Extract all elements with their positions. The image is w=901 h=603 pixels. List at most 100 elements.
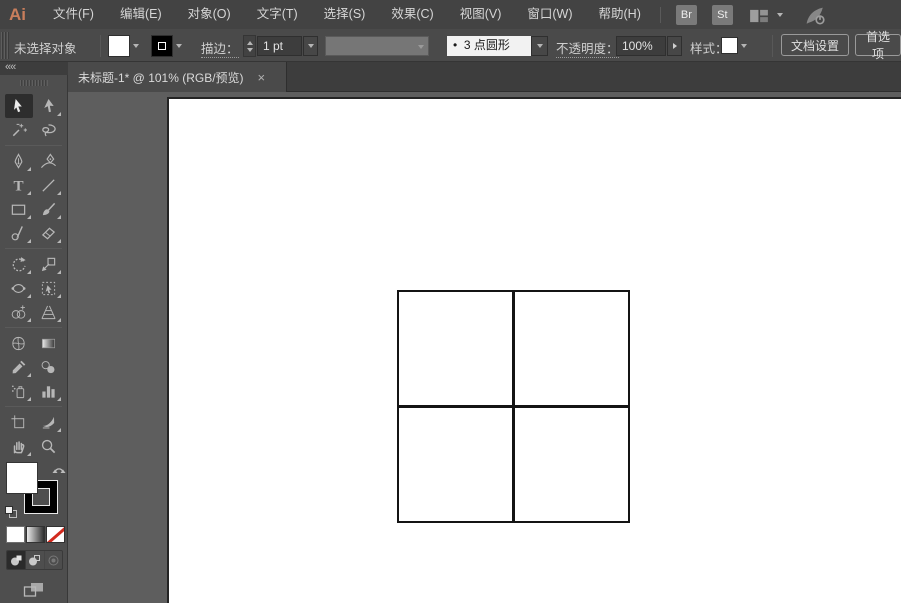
- blend-tool[interactable]: [35, 355, 63, 379]
- document-setup-button[interactable]: 文档设置: [781, 34, 850, 56]
- magic-wand-tool[interactable]: [5, 118, 33, 142]
- flyout-indicator: [26, 373, 31, 377]
- selection-tool[interactable]: [4, 94, 33, 118]
- paintbrush-tool[interactable]: [35, 197, 63, 221]
- svg-text:T: T: [13, 178, 23, 193]
- pen-tool[interactable]: [5, 149, 33, 173]
- tools-panel-collapse-button[interactable]: ««: [0, 62, 68, 75]
- flyout-indicator: [56, 239, 61, 243]
- fill-stroke-control: [0, 461, 67, 521]
- shaper-tool[interactable]: [5, 221, 33, 245]
- artboard-tool[interactable]: [5, 410, 33, 434]
- menu-type[interactable]: 文字(T): [244, 0, 311, 29]
- preferences-button[interactable]: 首选项: [855, 30, 901, 61]
- opacity-expand-button[interactable]: [667, 36, 682, 56]
- brush-dropdown[interactable]: [531, 36, 548, 56]
- artboard[interactable]: [167, 97, 901, 603]
- stroke-color-swatch[interactable]: [152, 36, 172, 56]
- fill-chevron-icon[interactable]: [133, 44, 139, 48]
- tools-panel-drag-handle[interactable]: [19, 80, 48, 86]
- default-fill-stroke-icon[interactable]: [4, 505, 18, 519]
- style-chevron-icon[interactable]: [741, 44, 747, 48]
- stock-button[interactable]: St: [711, 4, 733, 25]
- gpu-performance-icon[interactable]: [805, 6, 825, 25]
- stroke-weight-stepper[interactable]: [243, 35, 256, 57]
- menu-help[interactable]: 帮助(H): [586, 0, 654, 29]
- fill-indicator[interactable]: [7, 463, 37, 493]
- menu-edit[interactable]: 编辑(E): [107, 0, 175, 29]
- opacity-field[interactable]: 100%: [616, 36, 666, 56]
- tab-close-icon[interactable]: ×: [258, 71, 266, 84]
- controlbar-grip[interactable]: [1, 32, 9, 59]
- lasso-tool[interactable]: [35, 118, 63, 142]
- rotate-tool[interactable]: [5, 252, 33, 276]
- width-tool[interactable]: [5, 276, 33, 300]
- shape-builder-tool[interactable]: [5, 300, 33, 324]
- stroke-weight-field[interactable]: 1 pt: [257, 36, 302, 56]
- line-segment-tool[interactable]: [35, 173, 63, 197]
- rectangle-icon: [11, 204, 26, 215]
- workspace-switcher-icon[interactable]: [749, 6, 769, 24]
- divider: [100, 35, 101, 57]
- menu-effect[interactable]: 效果(C): [378, 0, 446, 29]
- fill-color-swatch[interactable]: [109, 36, 129, 56]
- menu-object[interactable]: 对象(O): [175, 0, 244, 29]
- width-icon: [11, 283, 26, 293]
- gradient-button[interactable]: [27, 527, 44, 542]
- drawing-mode-buttons: [6, 550, 63, 570]
- menu-view[interactable]: 视图(V): [447, 0, 515, 29]
- slice-tool[interactable]: [35, 410, 63, 434]
- type-tool[interactable]: T: [5, 173, 33, 197]
- brush-definition-field[interactable]: • 3 点圆形: [447, 36, 531, 56]
- bridge-button[interactable]: Br: [675, 4, 697, 25]
- tool-group-1: T: [0, 149, 67, 245]
- menu-items: 文件(F) 编辑(E) 对象(O) 文字(T) 选择(S) 效果(C) 视图(V) 窗口(W)…: [40, 0, 654, 29]
- hand-tool[interactable]: [5, 434, 33, 458]
- curvature-tool[interactable]: [35, 149, 63, 173]
- column-graph-icon: [42, 385, 55, 398]
- screen-mode-button[interactable]: [22, 580, 46, 600]
- menu-file[interactable]: 文件(F): [40, 0, 107, 29]
- perspective-grid-tool[interactable]: [35, 300, 63, 324]
- direct-selection-icon: [44, 98, 54, 112]
- color-button[interactable]: [6, 526, 25, 543]
- symbol-sprayer-tool[interactable]: [5, 379, 33, 403]
- flyout-indicator: [26, 452, 31, 456]
- tool-group-3: [0, 331, 67, 403]
- menu-window[interactable]: 窗口(W): [514, 0, 585, 29]
- document-tab[interactable]: 未标题-1* @ 101% (RGB/预览) ×: [68, 62, 287, 92]
- swap-fill-stroke-icon[interactable]: [52, 463, 66, 475]
- stroke-panel-link[interactable]: 描边：: [201, 38, 239, 58]
- flyout-indicator: [26, 294, 31, 298]
- eyedropper-tool[interactable]: [5, 355, 33, 379]
- blend-icon: [41, 360, 55, 373]
- drawn-grid-object[interactable]: [397, 290, 630, 523]
- draw-normal-button[interactable]: [7, 551, 26, 569]
- draw-inside-button: [43, 551, 62, 569]
- rotate-icon: [12, 256, 26, 271]
- workspace-chevron-icon[interactable]: [776, 12, 783, 17]
- rectangle-tool[interactable]: [5, 197, 33, 221]
- canvas-area[interactable]: [68, 92, 901, 603]
- style-swatch[interactable]: [722, 38, 737, 53]
- opacity-panel-link[interactable]: 不透明度：: [556, 38, 619, 58]
- flyout-indicator: [56, 270, 61, 274]
- free-transform-tool[interactable]: [35, 276, 63, 300]
- draw-behind-button[interactable]: [25, 551, 44, 569]
- mesh-tool[interactable]: [5, 331, 33, 355]
- color-type-buttons: [0, 521, 67, 543]
- eraser-tool[interactable]: [35, 221, 63, 245]
- direct-selection-tool[interactable]: [35, 94, 63, 118]
- scale-tool[interactable]: [35, 252, 63, 276]
- zoom-tool[interactable]: [35, 434, 63, 458]
- eyedropper-icon: [12, 360, 26, 373]
- stroke-chevron-icon[interactable]: [176, 44, 182, 48]
- none-button[interactable]: [47, 527, 64, 542]
- menu-select[interactable]: 选择(S): [311, 0, 379, 29]
- gradient-tool[interactable]: [35, 331, 63, 355]
- column-graph-tool[interactable]: [35, 379, 63, 403]
- grid-horizontal-divider: [399, 405, 628, 408]
- stroke-weight-dropdown[interactable]: [303, 36, 318, 56]
- flyout-indicator: [26, 167, 31, 171]
- width-profile-dropdown: [325, 36, 429, 56]
